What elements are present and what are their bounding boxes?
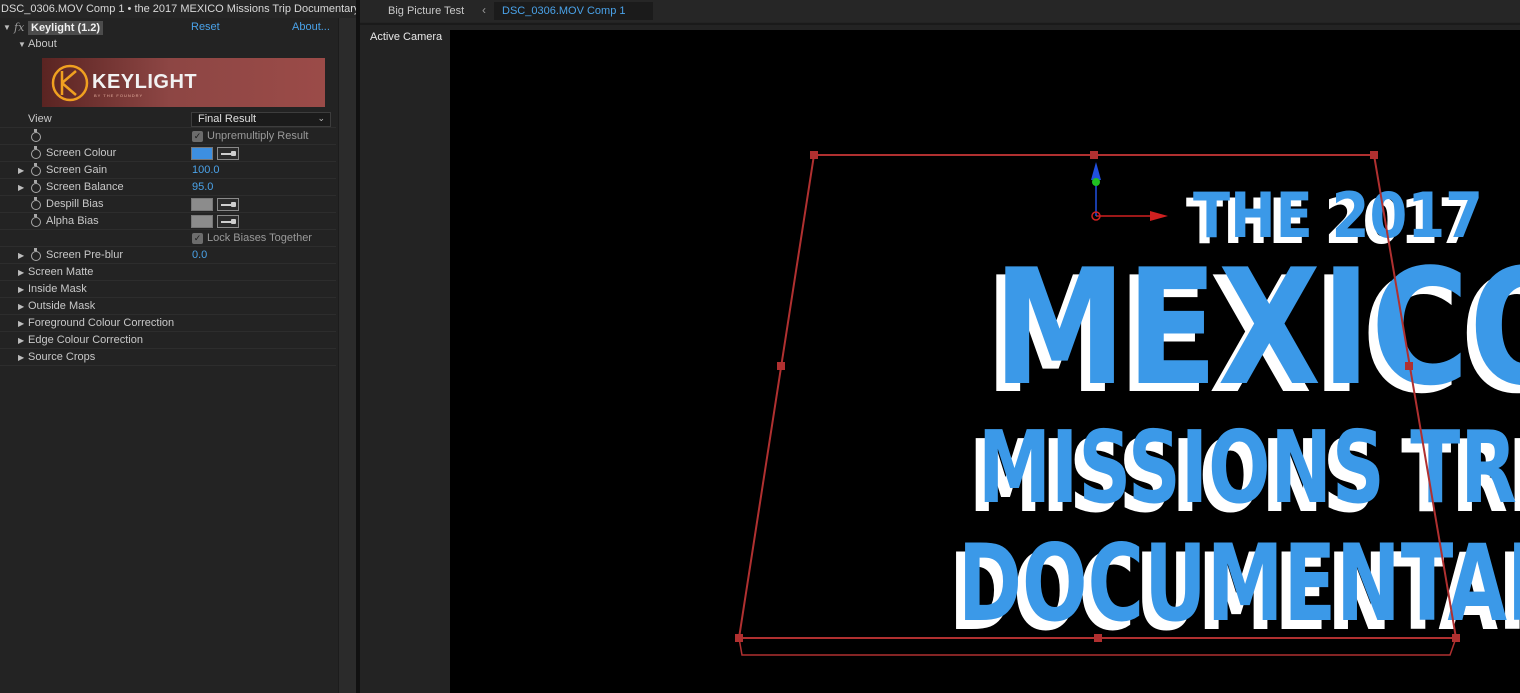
stopwatch-icon[interactable] xyxy=(31,248,41,261)
section-label: Foreground Colour Correction xyxy=(28,317,175,329)
section-inside-mask[interactable]: ▶ Inside Mask xyxy=(0,281,336,298)
view-label: View xyxy=(28,113,52,125)
effect-name[interactable]: Keylight (1.2) xyxy=(28,21,104,35)
keylight-logo-icon xyxy=(51,64,89,102)
section-label: Inside Mask xyxy=(28,283,87,295)
title-line-4: DOCUMENTARY DOCUMENTARY xyxy=(949,522,1520,654)
lock-biases-checkbox[interactable]: ✓ xyxy=(192,233,203,244)
despill-bias-row: Despill Bias xyxy=(0,196,336,213)
unpremultiply-row: ✓ Unpremultiply Result xyxy=(0,128,336,145)
alpha-bias-swatch[interactable] xyxy=(191,215,213,228)
screen-balance-label: Screen Balance xyxy=(46,181,124,193)
screen-balance-row: ▶ Screen Balance 95.0 xyxy=(0,179,336,196)
svg-text:DOCUMENTARY: DOCUMENTARY xyxy=(958,522,1520,645)
composition-viewer[interactable]: THE 2017 THE 2017 MEXICO MEXICO MISSIONS… xyxy=(450,30,1520,693)
screen-gain-label: Screen Gain xyxy=(46,164,108,176)
section-edge-colour-correction[interactable]: ▶ Edge Colour Correction xyxy=(0,332,336,349)
expand-arrow-icon[interactable]: ▶ xyxy=(18,162,24,179)
section-foreground-colour-correction[interactable]: ▶ Foreground Colour Correction xyxy=(0,315,336,332)
expand-arrow-icon[interactable]: ▶ xyxy=(18,332,24,349)
about-collapse-arrow[interactable]: ▼ xyxy=(18,40,26,49)
effect-controls-scrollbar[interactable] xyxy=(338,18,356,693)
title-line-2: MEXICO MEXICO xyxy=(984,234,1520,429)
alpha-bias-row: Alpha Bias xyxy=(0,213,336,230)
stopwatch-icon[interactable] xyxy=(31,197,41,210)
title-layer: THE 2017 THE 2017 MEXICO MEXICO MISSIONS… xyxy=(735,151,1520,656)
chevron-down-icon: ⌄ xyxy=(317,113,325,123)
section-label: Edge Colour Correction xyxy=(28,334,143,346)
screen-balance-value[interactable]: 95.0 xyxy=(192,179,213,196)
effect-collapse-arrow[interactable]: ▼ xyxy=(3,23,11,32)
keylight-logo: KEYLIGHT BY THE FOUNDRY xyxy=(42,58,325,107)
eyedropper-icon[interactable] xyxy=(217,215,239,228)
reset-button[interactable]: Reset xyxy=(191,21,220,33)
lock-biases-row: ✓ Lock Biases Together xyxy=(0,230,336,247)
stopwatch-icon[interactable] xyxy=(31,146,41,159)
despill-bias-swatch[interactable] xyxy=(191,198,213,211)
chevron-left-icon[interactable]: ‹ xyxy=(482,3,486,17)
screen-gain-value[interactable]: 100.0 xyxy=(192,162,220,179)
section-screen-matte[interactable]: ▶ Screen Matte xyxy=(0,264,336,281)
screen-colour-label: Screen Colour xyxy=(46,147,117,159)
section-label: Outside Mask xyxy=(28,300,96,312)
eyedropper-icon[interactable] xyxy=(217,198,239,211)
alpha-bias-label: Alpha Bias xyxy=(46,215,99,227)
keylight-logo-subtext: BY THE FOUNDRY xyxy=(94,93,144,98)
screen-colour-swatch[interactable] xyxy=(191,147,213,160)
unpremultiply-checkbox[interactable]: ✓ xyxy=(192,131,203,142)
keylight-logo-text: KEYLIGHT xyxy=(92,71,198,93)
screen-colour-row: Screen Colour xyxy=(0,145,336,162)
view-dropdown[interactable]: Final Result ⌄ xyxy=(191,112,331,127)
expand-arrow-icon[interactable]: ▶ xyxy=(18,247,24,264)
expand-arrow-icon[interactable]: ▶ xyxy=(18,264,24,281)
effect-controls-title[interactable]: DSC_0306.MOV Comp 1 • the 2017 MEXICO Mi… xyxy=(0,0,356,18)
axis-gizmo-icon[interactable] xyxy=(1091,162,1168,221)
eyedropper-icon[interactable] xyxy=(217,147,239,160)
view-dropdown-value: Final Result xyxy=(198,113,257,125)
active-camera-label: Active Camera xyxy=(370,31,443,43)
title-line-3: MISSIONS TRIP MISSIONS TRIP xyxy=(969,409,1520,535)
expand-arrow-icon[interactable]: ▶ xyxy=(18,315,24,332)
svg-text:MEXICO: MEXICO xyxy=(993,234,1520,421)
tab-divider xyxy=(360,23,1520,25)
expand-arrow-icon[interactable]: ▶ xyxy=(18,179,24,196)
stopwatch-icon[interactable] xyxy=(31,163,41,176)
expand-arrow-icon[interactable]: ▶ xyxy=(18,298,24,315)
fx-toggle-icon[interactable]: fx xyxy=(14,21,24,34)
lock-biases-label: Lock Biases Together xyxy=(207,232,312,244)
expand-arrow-icon[interactable]: ▶ xyxy=(18,349,24,366)
screen-preblur-row: ▶ Screen Pre-blur 0.0 xyxy=(0,247,336,264)
svg-text:MISSIONS TRIP: MISSIONS TRIP xyxy=(978,409,1520,526)
stopwatch-icon[interactable] xyxy=(31,214,41,227)
stopwatch-icon[interactable] xyxy=(31,180,41,193)
tab-big-picture-test[interactable]: Big Picture Test xyxy=(388,4,464,18)
section-label: Screen Matte xyxy=(28,266,94,278)
about-link[interactable]: About... xyxy=(292,21,330,33)
section-source-crops[interactable]: ▶ Source Crops xyxy=(0,349,336,366)
screen-gain-row: ▶ Screen Gain 100.0 xyxy=(0,162,336,179)
unpremultiply-label: Unpremultiply Result xyxy=(207,130,309,142)
tab-active-comp[interactable]: DSC_0306.MOV Comp 1 xyxy=(494,2,653,20)
screen-preblur-label: Screen Pre-blur xyxy=(46,249,124,261)
despill-bias-label: Despill Bias xyxy=(46,198,104,210)
expand-arrow-icon[interactable]: ▶ xyxy=(18,281,24,298)
screen-preblur-value[interactable]: 0.0 xyxy=(192,247,207,264)
stopwatch-icon[interactable] xyxy=(31,129,41,142)
section-outside-mask[interactable]: ▶ Outside Mask xyxy=(0,298,336,315)
about-section-label[interactable]: About xyxy=(28,38,57,50)
section-label: Source Crops xyxy=(28,351,96,363)
